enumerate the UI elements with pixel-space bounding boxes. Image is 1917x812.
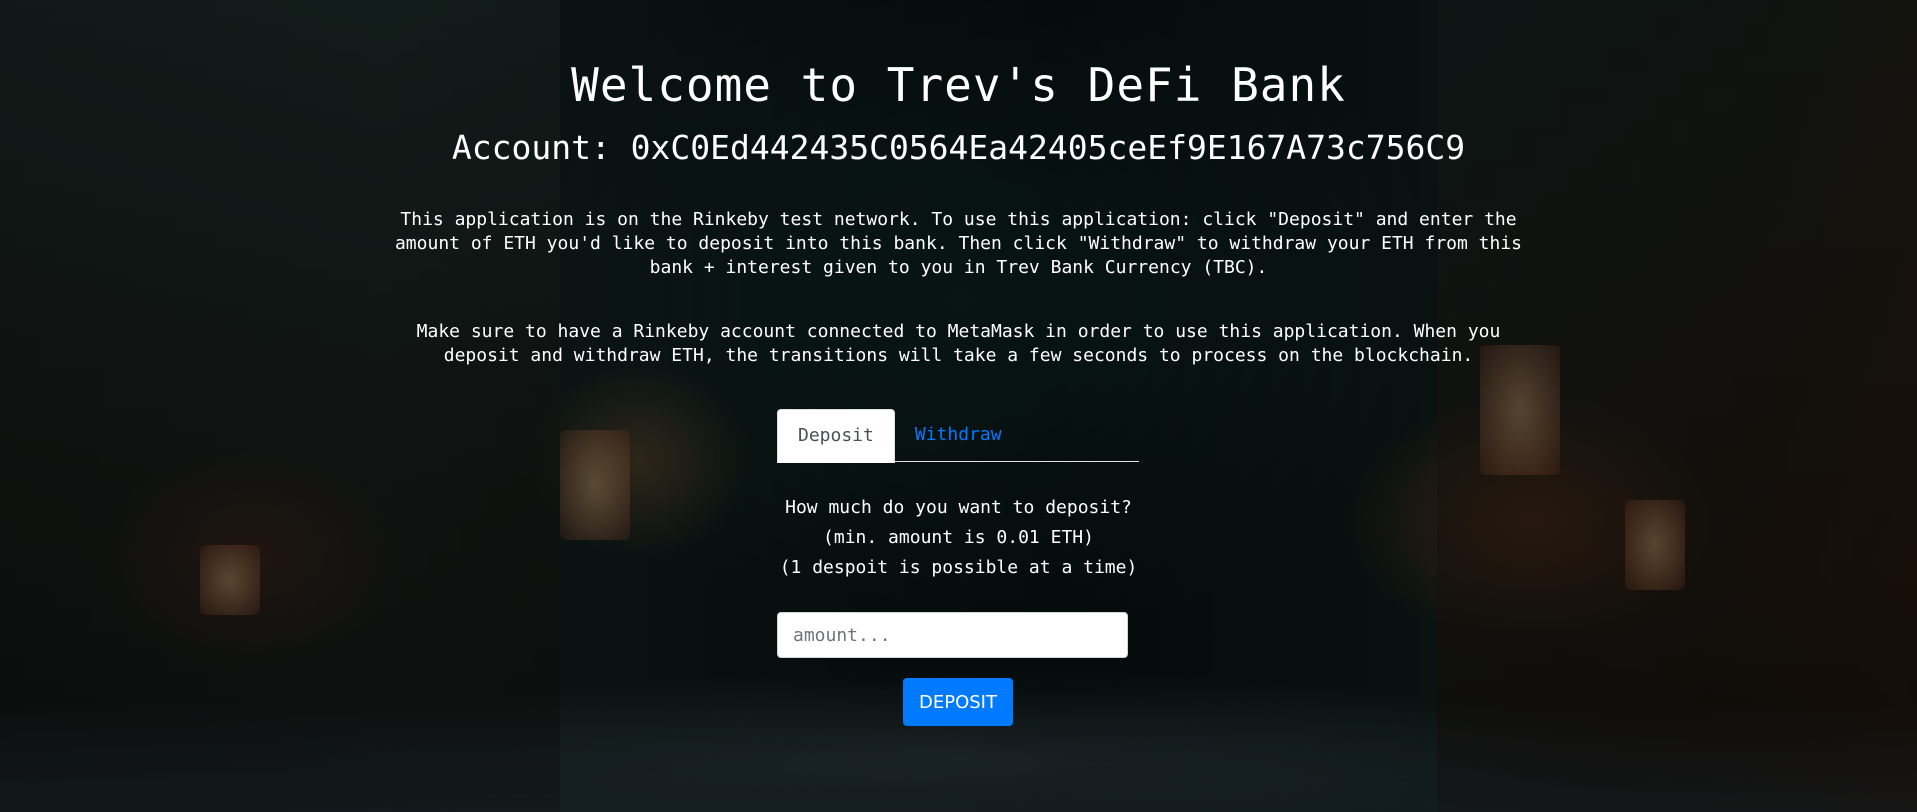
metamask-notice-paragraph: Make sure to have a Rinkeby account conn… xyxy=(416,321,1501,366)
deposit-min-note: (min. amount is 0.01 ETH) xyxy=(823,527,1094,548)
deposit-prompt: How much do you want to deposit? (min. a… xyxy=(700,493,1217,583)
deposit-button[interactable]: DEPOSIT xyxy=(903,678,1013,726)
tab-bar: Deposit Withdraw xyxy=(777,409,1139,463)
instructions-paragraph: This application is on the Rinkeby test … xyxy=(394,209,1523,278)
account-address: Account: 0xC0Ed442435C0564Ea42405ceEf9E1… xyxy=(451,128,1466,167)
tab-deposit[interactable]: Deposit xyxy=(777,409,895,463)
deposit-question: How much do you want to deposit? xyxy=(785,497,1132,518)
tab-withdraw[interactable]: Withdraw xyxy=(895,409,1022,460)
amount-input[interactable] xyxy=(777,612,1128,658)
deposit-limit-note: (1 despoit is possible at a time) xyxy=(779,557,1138,578)
page-title: Welcome to Trev's DeFi Bank xyxy=(571,58,1346,112)
